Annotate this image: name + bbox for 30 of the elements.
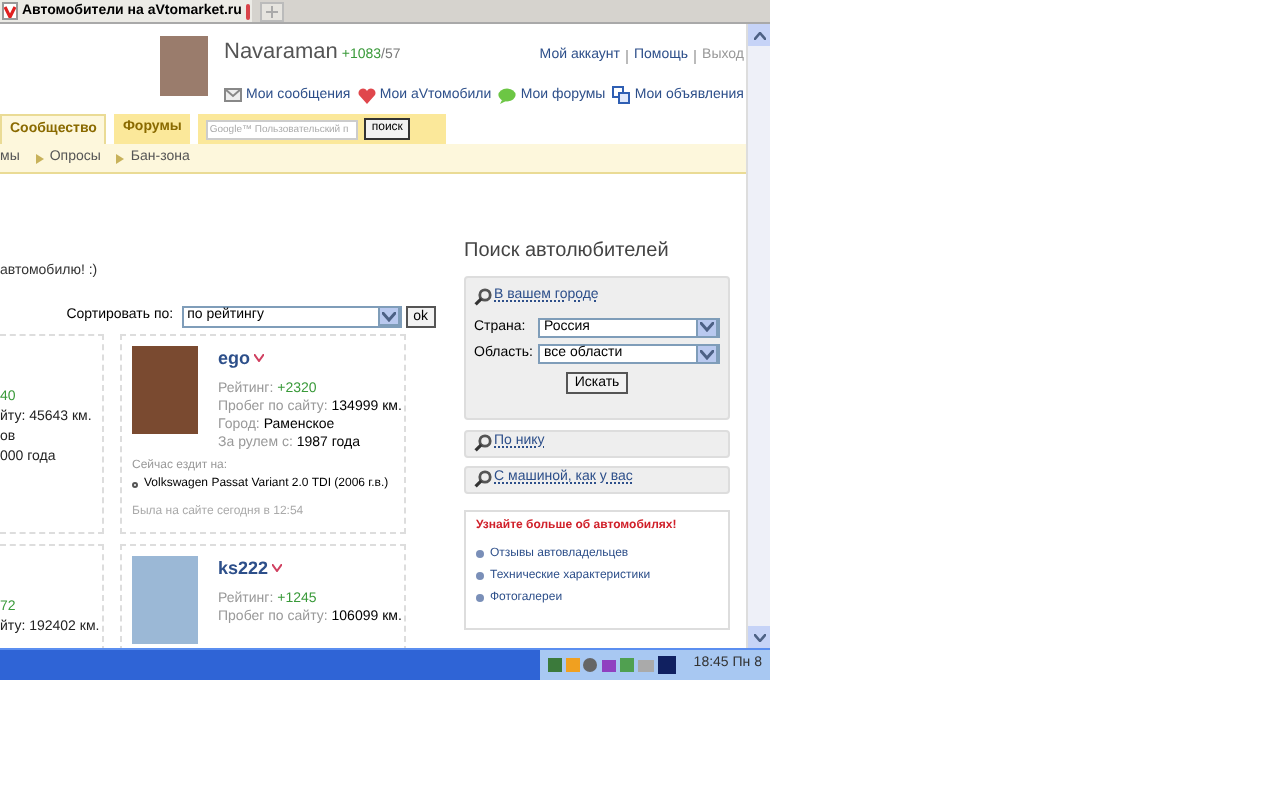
magnifier-icon (474, 470, 492, 488)
tray-icons-drawing[interactable] (548, 656, 676, 674)
speech-bubble-icon (498, 87, 517, 104)
site-logo-icon (2, 2, 18, 20)
dropdown-arrow-icon[interactable] (696, 317, 718, 338)
photo-placeholder (132, 555, 198, 643)
envelope-icon (224, 88, 242, 103)
chevron-down-icon[interactable] (272, 564, 283, 572)
scrollbar[interactable] (746, 24, 770, 648)
close-icon[interactable] (245, 3, 250, 19)
magnifier-icon (474, 434, 492, 452)
heart-icon (357, 87, 376, 104)
nickname-link[interactable]: ego (218, 349, 251, 367)
user-name[interactable]: Navaraman (224, 36, 338, 69)
bullet-icon (476, 572, 484, 580)
bullet-icon (476, 550, 484, 558)
scroll-up-icon[interactable] (748, 24, 770, 46)
triangle-icon (116, 153, 125, 163)
finder-title: Поиск автолюбителей (464, 238, 671, 266)
photo-placeholder (132, 345, 198, 433)
nickname-link[interactable]: ks222 (218, 559, 269, 577)
dropdown-arrow-icon[interactable] (377, 306, 400, 326)
scroll-down-icon[interactable] (748, 626, 770, 648)
magnifier-icon (474, 287, 492, 306)
chevron-down-icon[interactable] (254, 354, 265, 362)
triangle-icon (35, 153, 44, 163)
dropdown-arrow-icon[interactable] (696, 344, 718, 365)
bullet-icon (132, 481, 138, 487)
bullet-icon (476, 594, 484, 602)
avatar-placeholder (160, 36, 208, 96)
